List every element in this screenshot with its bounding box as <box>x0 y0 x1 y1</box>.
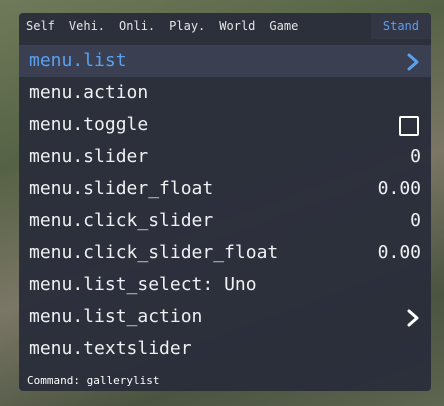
tab-vehicle[interactable]: Vehi. <box>62 13 112 39</box>
slider-value: 0 <box>410 210 421 231</box>
tab-online[interactable]: Onli. <box>112 13 162 39</box>
menu-item-list-action[interactable]: menu.list_action <box>19 301 431 333</box>
slider-value: 0.00 <box>377 178 421 199</box>
menu-item-click-slider-float[interactable]: menu.click_slider_float 0.00 <box>19 237 431 269</box>
menu-item-label: menu.textslider <box>29 338 192 359</box>
menu-item-slider-float[interactable]: menu.slider_float 0.00 <box>19 173 431 205</box>
tab-players[interactable]: Play. <box>162 13 212 39</box>
command-text: Command: gallerylist <box>27 374 160 387</box>
menu-item-list[interactable]: menu.list <box>19 45 431 77</box>
menu-item-slider[interactable]: menu.slider 0 <box>19 141 431 173</box>
menu-item-label: menu.toggle <box>29 114 149 135</box>
menu-list: menu.list menu.action menu.toggle menu.s… <box>19 45 431 365</box>
tab-game[interactable]: Game <box>262 13 305 39</box>
tab-world[interactable]: World <box>212 13 262 39</box>
menu-item-label: menu.action <box>29 82 149 103</box>
menu-item-label: menu.slider <box>29 146 149 167</box>
menu-item-label: menu.click_slider <box>29 210 214 231</box>
menu-item-label: menu.list_select: Uno <box>29 274 257 295</box>
menu-item-label: menu.list_action <box>29 306 203 327</box>
menu-item-action[interactable]: menu.action <box>19 77 431 109</box>
slider-value: 0 <box>410 146 421 167</box>
slider-value: 0.00 <box>377 242 421 263</box>
menu-item-list-select[interactable]: menu.list_select: Uno <box>19 269 431 301</box>
tab-self[interactable]: Self <box>19 13 62 39</box>
menu-item-label: menu.click_slider_float <box>29 242 279 263</box>
menu-panel: Self Vehi. Onli. Play. World Game Stand … <box>19 13 431 391</box>
chevron-right-icon <box>405 301 421 327</box>
menu-item-click-slider[interactable]: menu.click_slider 0 <box>19 205 431 237</box>
menu-item-textslider[interactable]: menu.textslider <box>19 333 431 365</box>
chevron-right-icon <box>405 45 421 71</box>
menu-item-label: menu.list <box>29 50 127 71</box>
menu-item-toggle[interactable]: menu.toggle <box>19 109 431 141</box>
menu-item-label: menu.slider_float <box>29 178 214 199</box>
tab-bar: Self Vehi. Onli. Play. World Game Stand <box>19 13 431 39</box>
toggle-checkbox[interactable] <box>399 116 419 136</box>
tab-stand[interactable]: Stand <box>370 13 431 39</box>
